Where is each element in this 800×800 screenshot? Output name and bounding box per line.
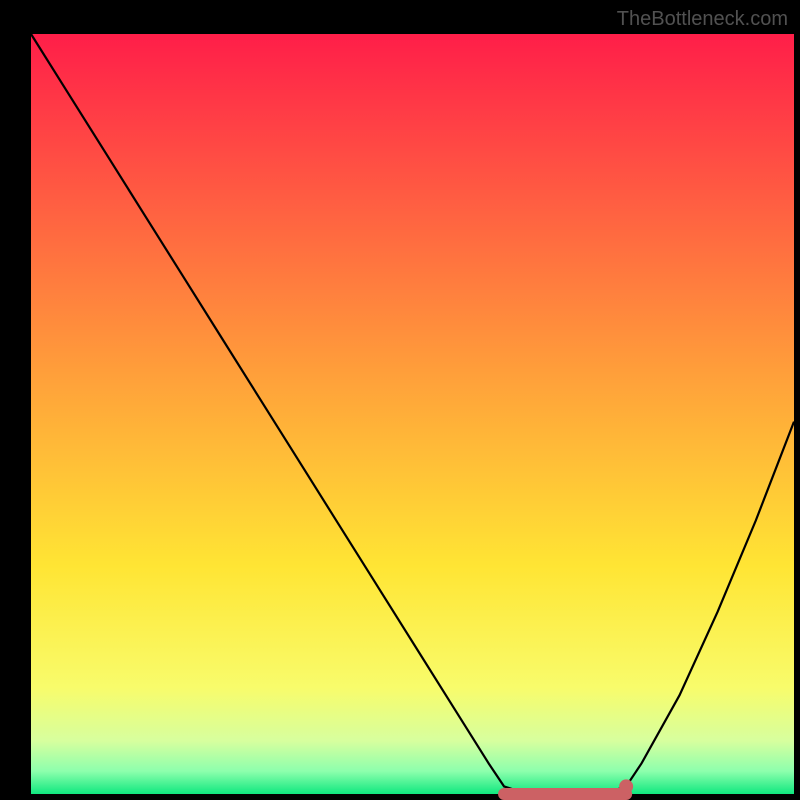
chart-container: TheBottleneck.com <box>0 0 800 800</box>
plot-background <box>31 34 794 794</box>
watermark: TheBottleneck.com <box>617 8 788 31</box>
bottleneck-chart <box>0 0 800 800</box>
optimal-marker <box>619 779 633 793</box>
